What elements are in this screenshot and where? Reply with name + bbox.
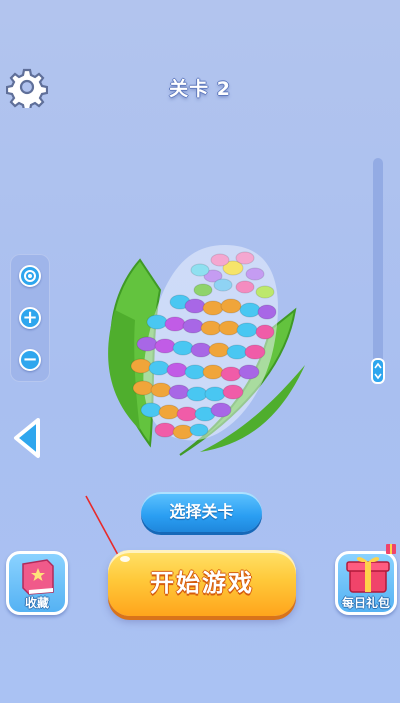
recenter-button[interactable] (19, 265, 41, 287)
zoom-panel: + − (10, 254, 50, 382)
updown-arrows-icon (374, 362, 382, 380)
corn-puzzle[interactable] (95, 230, 310, 465)
plus-icon: + (22, 307, 38, 328)
daily-gift-button[interactable]: 每日礼包 (335, 544, 397, 615)
previous-button[interactable] (10, 416, 44, 460)
left-arrow-icon (14, 418, 40, 458)
book-icon (22, 559, 54, 595)
zoom-out-button[interactable]: − (19, 349, 41, 371)
gear-icon (5, 68, 49, 112)
gift-icon (346, 544, 396, 593)
zoom-in-button[interactable]: + (19, 307, 41, 329)
level-title: 关卡 2 (169, 78, 231, 100)
start-game-button[interactable]: 开始游戏 (108, 550, 296, 616)
vertical-scrollbar[interactable] (371, 158, 385, 384)
shine-highlight (120, 556, 130, 562)
start-game-label: 开始游戏 (150, 569, 254, 597)
minus-icon: − (22, 349, 38, 370)
scroll-thumb[interactable] (371, 358, 385, 384)
collection-button[interactable]: 收藏 (6, 551, 68, 615)
daily-gift-label: 每日礼包 (341, 596, 390, 610)
target-icon (24, 270, 36, 282)
select-level-button[interactable]: 选择关卡 (141, 492, 262, 532)
collection-label: 收藏 (24, 596, 49, 610)
corn-icon (108, 245, 305, 456)
settings-button[interactable] (5, 66, 49, 112)
